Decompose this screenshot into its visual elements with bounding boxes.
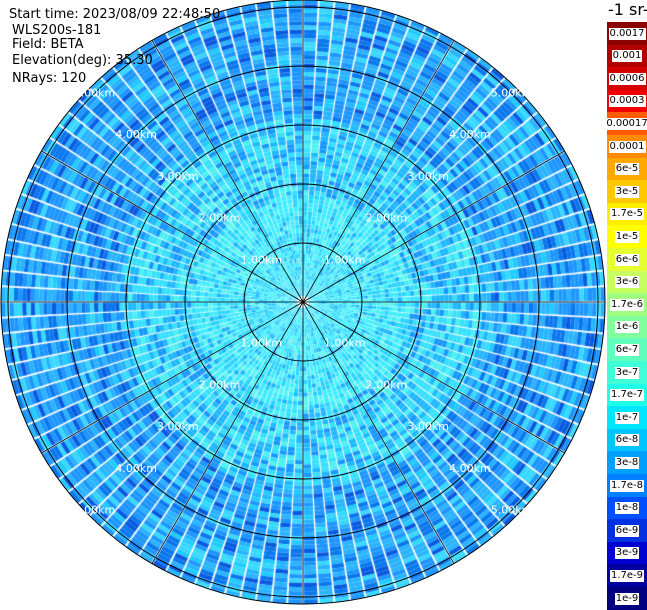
range-label: 5.00km (491, 504, 533, 517)
colorbar-title: -1 sr- (608, 0, 647, 19)
colorbar-swatch: 6e-6 (607, 248, 647, 272)
colorbar-swatch: 6e-9 (607, 519, 647, 543)
colorbar-tick-label: 6e-6 (614, 253, 640, 266)
colorbar-swatch: 3e-7 (607, 361, 647, 385)
colorbar-tick-label: 3e-9 (614, 547, 640, 560)
range-label: 4.00km (115, 462, 157, 475)
colorbar-tick-label: 3e-7 (614, 366, 640, 379)
colorbar-swatch: 3e-8 (607, 451, 647, 475)
range-label: 2.00km (199, 212, 241, 225)
colorbar-tick-label: 3e-5 (614, 185, 640, 198)
field-text: Field: BETA (12, 37, 84, 52)
colorbar-tick-label: 1e-6 (614, 321, 640, 334)
range-label: 2.00km (366, 378, 408, 391)
colorbar-tick-label: 0.0003 (608, 95, 646, 108)
colorbar-tick-label: 1.7e-6 (609, 298, 645, 311)
colorbar-tick-label: 3e-6 (614, 276, 640, 289)
colorbar-swatch: 3e-5 (607, 180, 647, 204)
colorbar-tick-label: 0.0017 (608, 27, 646, 40)
range-label: 1.00km (324, 337, 366, 350)
colorbar-swatch: 1.7e-9 (607, 564, 647, 588)
range-label: 3.00km (157, 170, 199, 183)
colorbar-swatch: 1e-6 (607, 315, 647, 339)
nrays-text: NRays: 120 (12, 71, 87, 86)
colorbar-swatch: 1e-5 (607, 225, 647, 249)
colorbar-tick-label: 0.00017 (605, 117, 647, 130)
colorbar-tick-label: 6e-8 (614, 434, 640, 447)
colorbar-swatch: 0.00017 (605, 112, 647, 136)
start-time-text: Start time: 2023/08/09 22:48:50 (9, 7, 221, 22)
colorbar-swatch: 6e-5 (607, 157, 647, 181)
colorbar-swatch: 1.7e-5 (607, 202, 647, 226)
colorbar-tick-label: 6e-5 (614, 163, 640, 176)
colorbar-tick-label: 1.7e-7 (609, 389, 645, 402)
range-label: 1.00km (240, 253, 282, 266)
colorbar-swatch: 1.7e-6 (607, 293, 647, 317)
colorbar-swatch: 1.7e-8 (607, 474, 647, 498)
colorbar-tick-label: 0.0006 (608, 72, 646, 85)
colorbar-tick-label: 0.001 (611, 50, 643, 63)
range-label: 3.00km (407, 420, 449, 433)
colorbar-tick-label: 3e-8 (614, 456, 640, 469)
range-label: 4.00km (449, 128, 491, 141)
colorbar-swatch: 6e-8 (607, 428, 647, 452)
colorbar-swatch: 6e-7 (607, 338, 647, 362)
colorbar-tick-label: 1e-8 (614, 502, 640, 515)
colorbar-tick-label: 1e-9 (614, 592, 640, 605)
colorbar-tick-label: 6e-9 (614, 524, 640, 537)
colorbar-swatch: 3e-6 (607, 270, 647, 294)
ppi-overlay: 1.00km 1.00km 1.00km 1.00km 2.00km 2.00km 2.00… (0, 0, 606, 605)
colorbar-tick-label: 1.7e-5 (609, 208, 645, 221)
elevation-text: Elevation(deg): 35.30 (12, 53, 153, 68)
range-label: 5.00km (491, 86, 533, 99)
colorbar-swatch: 1.7e-7 (607, 383, 647, 407)
range-label: 4.00km (115, 128, 157, 141)
range-label: 1.00km (324, 253, 366, 266)
range-label: 5.00km (74, 86, 116, 99)
colorbar-swatch: 3e-9 (607, 541, 647, 565)
range-label: 5.00km (74, 504, 116, 517)
range-label: 3.00km (407, 170, 449, 183)
colorbar-tick-label: 1e-7 (614, 411, 640, 424)
colorbar-swatch: 0.0017 (607, 22, 647, 46)
colorbar-swatch: 0.0003 (607, 89, 647, 113)
instrument-text: WLS200s-181 (12, 23, 102, 38)
range-label: 3.00km (157, 420, 199, 433)
range-label: 1.00km (240, 337, 282, 350)
colorbar-tick-label: 1.7e-8 (609, 479, 645, 492)
colorbar-swatch: 0.001 (607, 44, 647, 68)
colorbar-swatch: 1e-8 (607, 496, 647, 520)
range-label: 2.00km (366, 212, 408, 225)
colorbar-swatch: 0.0006 (607, 67, 647, 91)
colorbar-tick-label: 1e-5 (614, 230, 640, 243)
range-label: 4.00km (449, 462, 491, 475)
colorbar-tick-label: 0.0001 (608, 140, 646, 153)
colorbar-tick-label: 6e-7 (614, 343, 640, 356)
range-label: 2.00km (199, 378, 241, 391)
colorbar-tick-label: 1.7e-9 (609, 569, 645, 582)
colorbar-swatch: 1e-7 (607, 406, 647, 430)
colorbar-swatch: 0.0001 (607, 135, 647, 159)
